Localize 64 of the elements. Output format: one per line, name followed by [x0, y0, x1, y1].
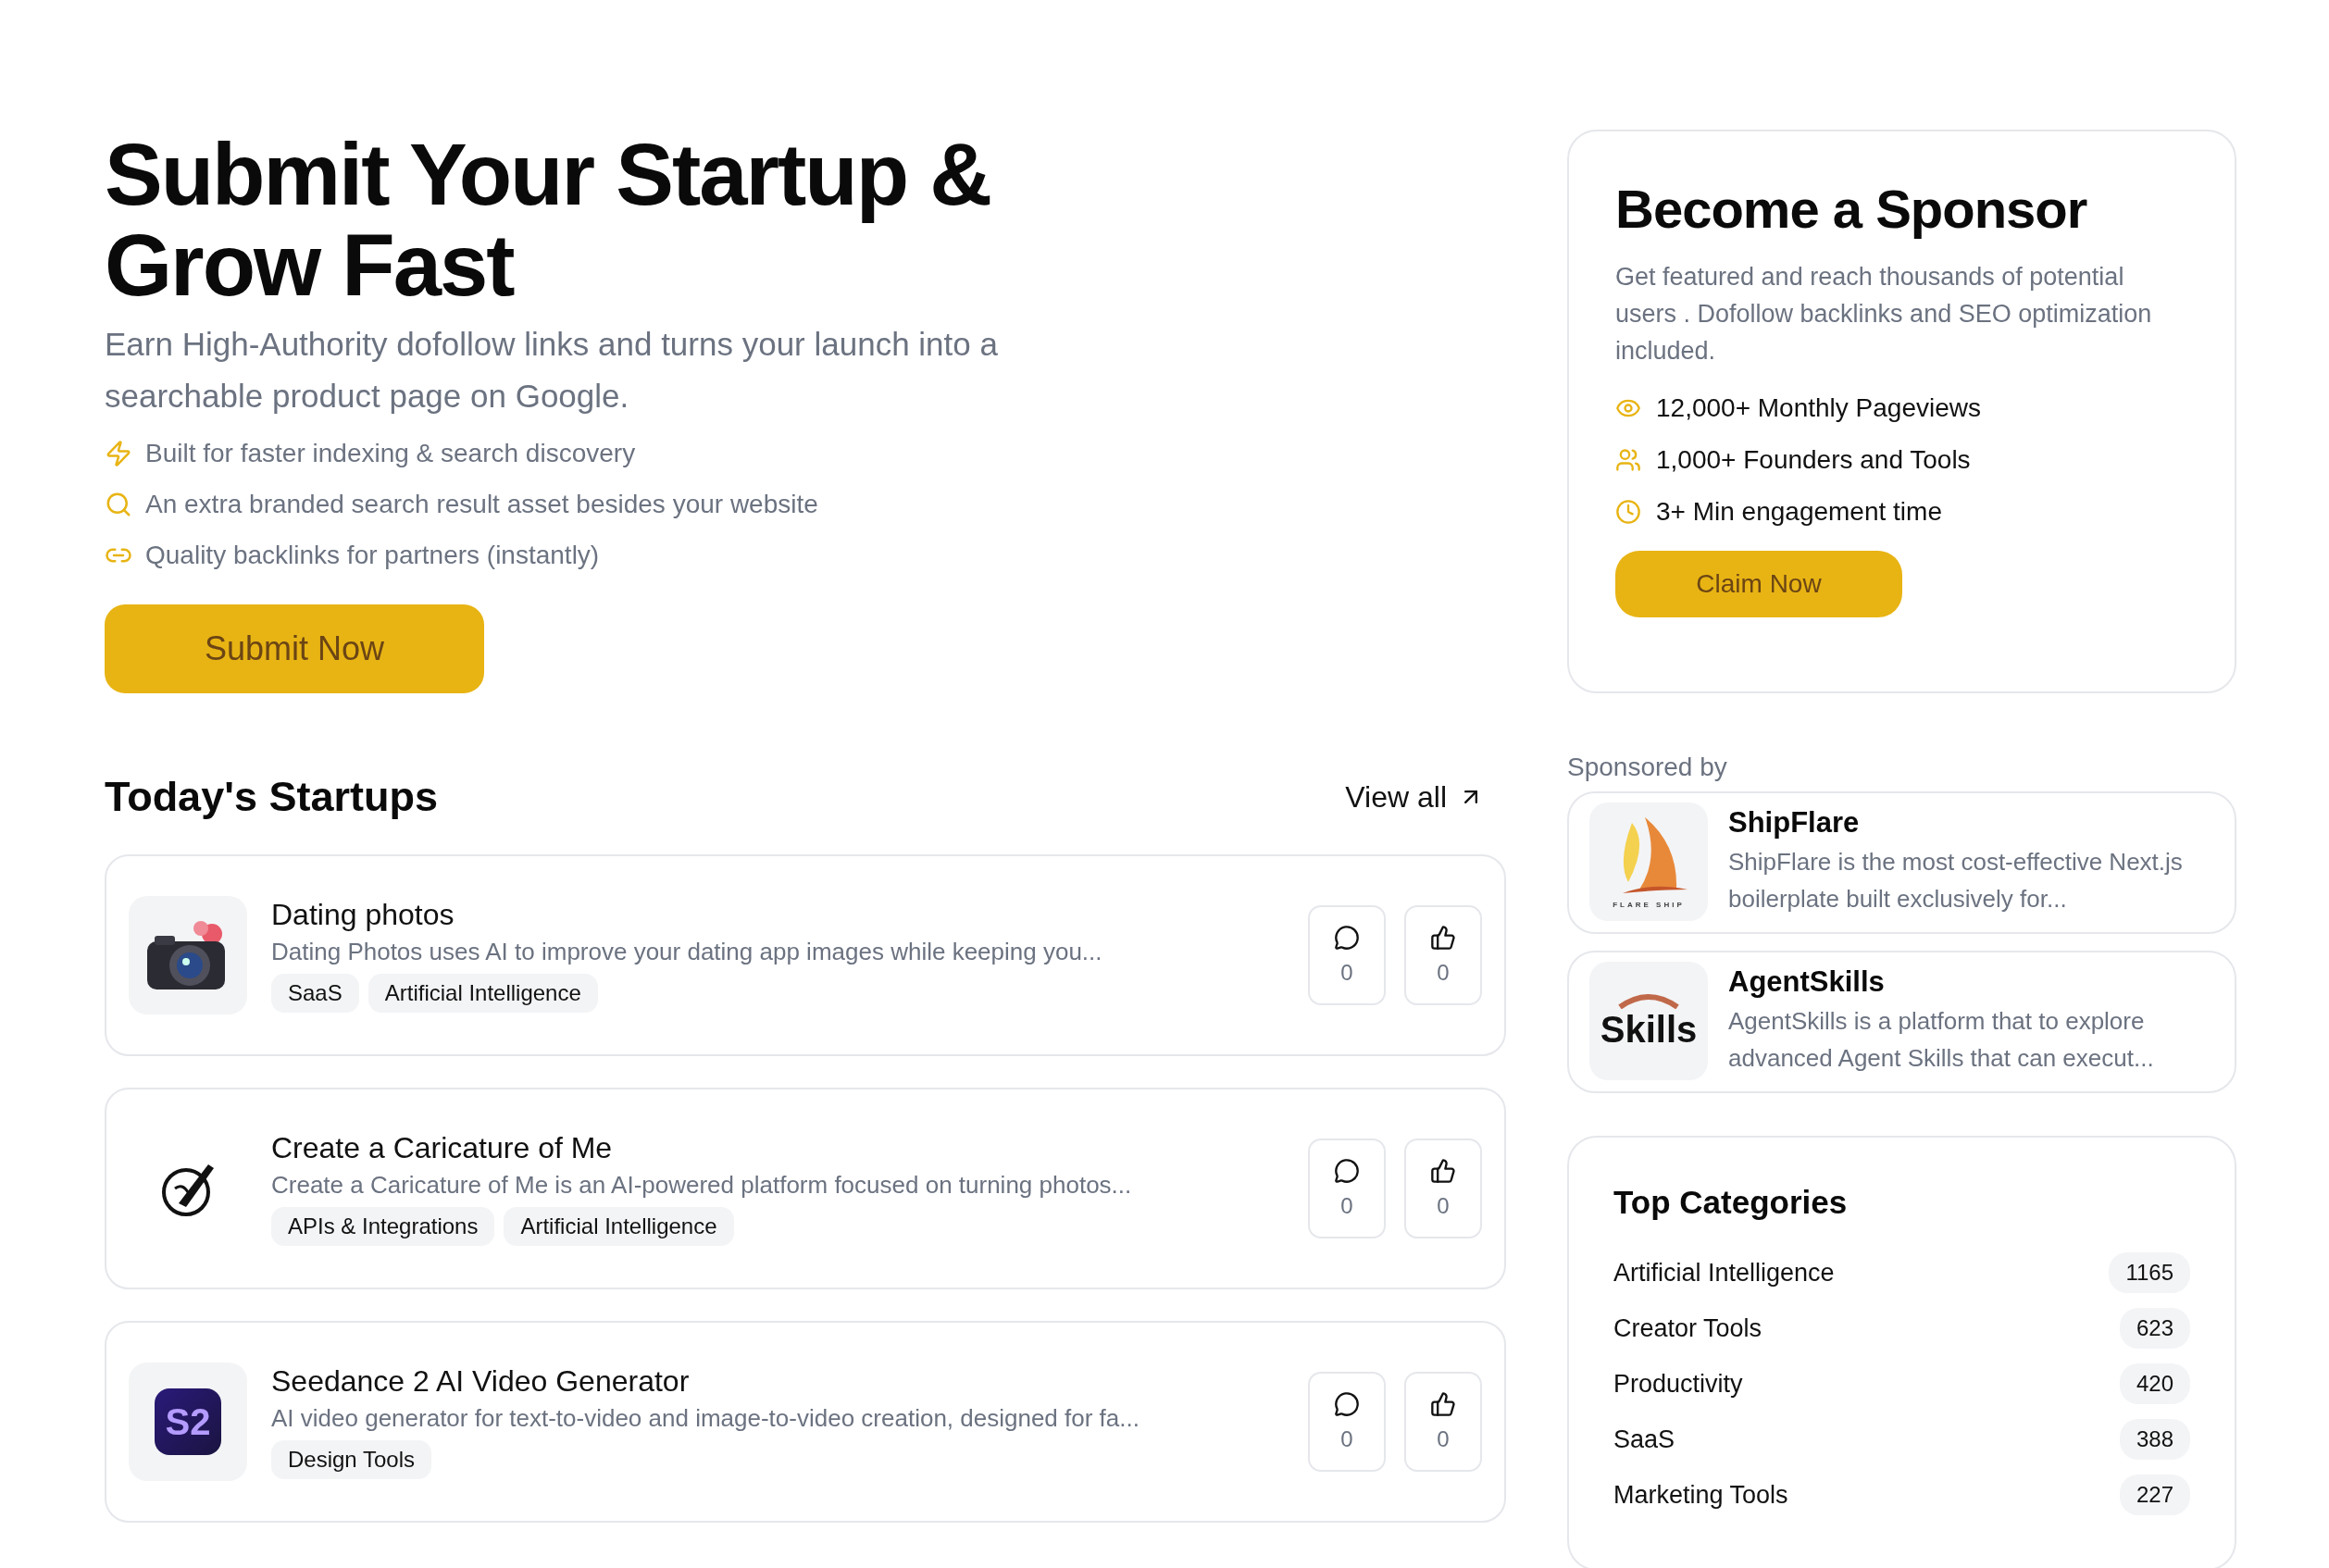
category-count: 227: [2119, 1475, 2190, 1515]
stat-text: 12,000+ Monthly Pageviews: [1656, 393, 1981, 423]
startup-name: Dating photos: [271, 898, 455, 932]
category-count: 388: [2119, 1419, 2190, 1460]
category-tag[interactable]: Artificial Intelligence: [367, 974, 598, 1013]
category-count: 623: [2119, 1308, 2190, 1349]
comment-icon: [1334, 1391, 1360, 1417]
comment-button[interactable]: 0: [1308, 1372, 1386, 1472]
stat-text: 3+ Min engagement time: [1656, 497, 1942, 527]
sponsor-item-card[interactable]: FLARE SHIP ShipFlare ShipFlare is the most cost-effective Next.js boilerplate built exclusively for...: [1567, 791, 2236, 934]
startup-card[interactable]: Dating photos Dating Photos uses AI to improve your dating app images while keeping you... SaaS Artificial Intelligence 0 0: [105, 854, 1506, 1056]
startup-card[interactable]: Create a Caricature of Me Create a Caricature of Me is an AI-powered platform focused on turning photos... APIs & Integrations Artificial Intelligence 0 0: [105, 1088, 1506, 1289]
lightning-icon: [105, 439, 132, 467]
feature-text: An extra branded search result asset besides your website: [145, 489, 818, 519]
submit-now-button[interactable]: Submit Now: [105, 604, 484, 693]
comment-button[interactable]: 0: [1308, 905, 1386, 1005]
sponsor-item-description: AgentSkills is a platform that to explore advanced Agent Skills that can execut...: [1728, 1006, 2155, 1074]
feature-text: Quality backlinks for partners (instantly): [145, 540, 600, 570]
startup-name: Create a Caricature of Me: [271, 1131, 614, 1165]
category-count: 420: [2119, 1363, 2190, 1404]
category-name[interactable]: SaaS: [1613, 1425, 1675, 1454]
skills-logo: Skills: [1589, 962, 1708, 1080]
startup-description: Create a Caricature of Me is an AI-powered platform focused on turning photos...: [271, 1171, 1133, 1200]
section-title: Today's Startups: [105, 773, 438, 821]
thumbs-up-icon: [1430, 1158, 1456, 1184]
startup-card[interactable]: S2 Seedance 2 AI Video Generator AI video generator for text-to-video and image-to-video creation, designed for fa... Design Tools 0 0: [105, 1321, 1506, 1523]
like-button[interactable]: 0: [1404, 1372, 1482, 1472]
sponsor-description: Get featured and reach thousands of potential users . Dofollow backlinks and SEO optimization included.: [1615, 262, 2153, 367]
sponsor-name: ShipFlare: [1728, 806, 1861, 840]
comment-icon: [1334, 925, 1360, 951]
category-name[interactable]: Marketing Tools: [1613, 1480, 1788, 1510]
app-logo: S2: [129, 1363, 247, 1481]
sponsor-name: AgentSkills: [1728, 965, 1886, 999]
category-tag[interactable]: SaaS: [271, 974, 359, 1013]
thumbs-up-icon: [1430, 925, 1456, 951]
hero-subtitle: Earn High-Authority dofollow links and turns your launch into a searchable product page on Google.: [105, 325, 999, 416]
category-name[interactable]: Productivity: [1613, 1369, 1743, 1399]
sponsor-item-card[interactable]: Skills AgentSkills AgentSkills is a platform that to explore advanced Agent Skills that can execut...: [1567, 951, 2236, 1093]
sailboat-logo: FLARE SHIP: [1589, 803, 1708, 921]
category-tag[interactable]: Design Tools: [271, 1440, 431, 1479]
view-all-link[interactable]: View all: [1345, 779, 1484, 815]
category-tag[interactable]: Artificial Intelligence: [504, 1207, 734, 1246]
categories-title: Top Categories: [1613, 1184, 1849, 1221]
category-name[interactable]: Creator Tools: [1613, 1313, 1762, 1343]
clock-icon: [1615, 499, 1641, 525]
startup-description: AI video generator for text-to-video and image-to-video creation, designed for fa...: [271, 1404, 1140, 1433]
category-tag[interactable]: APIs & Integrations: [271, 1207, 495, 1246]
users-icon: [1615, 447, 1641, 473]
startup-description: Dating Photos uses AI to improve your dating app images while keeping you...: [271, 938, 1103, 966]
category-count: 1165: [2109, 1252, 2190, 1293]
sponsor-title: Become a Sponsor: [1615, 178, 2088, 240]
stat-text: 1,000+ Founders and Tools: [1656, 445, 1971, 475]
feature-text: Built for faster indexing & search discovery: [145, 438, 636, 468]
claim-now-button[interactable]: Claim Now: [1615, 551, 1902, 617]
like-button[interactable]: 0: [1404, 905, 1482, 1005]
sponsor-item-description: ShipFlare is the most cost-effective Next.js boilerplate built exclusively for...: [1728, 847, 2184, 915]
comment-icon: [1334, 1158, 1360, 1184]
thumbs-up-icon: [1430, 1391, 1456, 1417]
category-name[interactable]: Artificial Intelligence: [1613, 1258, 1835, 1288]
like-button[interactable]: 0: [1404, 1139, 1482, 1238]
hero-title: Submit Your Startup & Grow Fast: [105, 130, 992, 311]
startup-name: Seedance 2 AI Video Generator: [271, 1364, 691, 1399]
sponsored-by-label: Sponsored by: [1567, 753, 1728, 782]
comment-button[interactable]: 0: [1308, 1139, 1386, 1238]
